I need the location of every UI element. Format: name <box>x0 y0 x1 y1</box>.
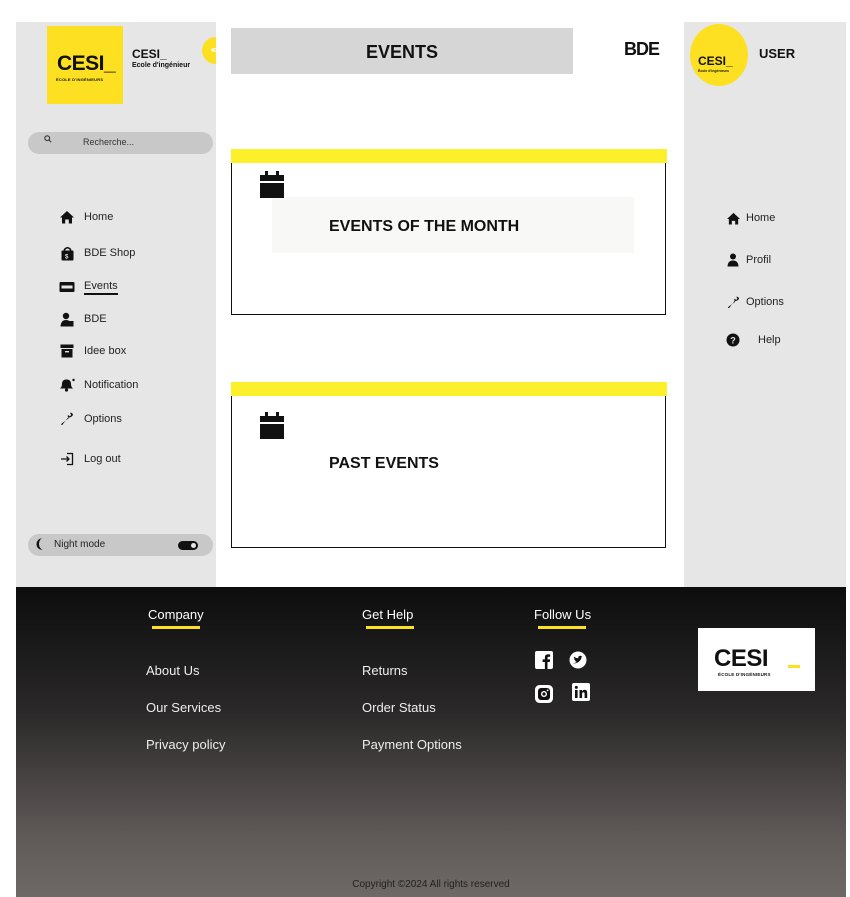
footer-link-payment-options[interactable]: Payment Options <box>362 737 462 752</box>
sidebar-item-options[interactable]: Options <box>56 410 122 428</box>
brand-subtitle: Ecole d'ingénieur <box>132 62 191 69</box>
user-icon <box>724 253 742 267</box>
sidebar-item-log-out[interactable]: Log out <box>56 450 121 468</box>
search-input[interactable]: Recherche... <box>28 132 213 154</box>
sidebar-item-bde-shop[interactable]: $ BDE Shop <box>56 244 135 262</box>
users-icon <box>56 312 78 327</box>
footer-link-about-us[interactable]: About Us <box>146 663 199 678</box>
instagram-icon[interactable] <box>535 685 553 703</box>
footer-heading: Get Help <box>362 607 414 622</box>
user-nav-item-help[interactable]: ? Help <box>724 331 781 349</box>
user-nav-label: Home <box>746 212 776 224</box>
left-sidebar: CESI_ ÉCOLE D'INGÉNIEURS CESI_ Ecole d'i… <box>16 22 229 587</box>
user-nav-label: Help <box>758 334 781 346</box>
sidebar-item-label: Events <box>84 280 118 295</box>
footer-column-company: Company <box>148 607 204 629</box>
bde-logo[interactable]: BDE <box>624 39 660 60</box>
question-circle-icon: ? <box>724 333 742 347</box>
card-accent-bar <box>230 149 667 163</box>
night-mode-label: Night mode <box>54 539 106 550</box>
user-nav-item-options[interactable]: Options <box>724 293 784 311</box>
calendar-icon <box>260 412 284 439</box>
footer: Company About Us Our Services Privacy po… <box>16 587 846 897</box>
card-title: EVENTS OF THE MONTH <box>329 218 520 235</box>
footer-cesi-logo[interactable]: CESI ÉCOLE D'INGÉNIEURS <box>698 628 815 691</box>
logo-underscore <box>788 665 800 668</box>
moon-icon <box>33 537 47 556</box>
footer-link-privacy-policy[interactable]: Privacy policy <box>146 737 225 752</box>
footer-link-our-services[interactable]: Our Services <box>146 700 221 715</box>
user-nav-item-home[interactable]: Home <box>724 209 775 227</box>
cesi-logo-subtext: ÉCOLE D'INGÉNIEURS <box>56 77 104 82</box>
heading-underline <box>152 626 200 629</box>
footer-column-get-help: Get Help <box>362 607 414 629</box>
sidebar-item-notification[interactable]: Notification <box>56 376 138 394</box>
wrench-icon <box>56 412 78 426</box>
search-placeholder: Recherche... <box>83 137 135 147</box>
sidebar-item-label: Log out <box>84 453 121 465</box>
shopping-bag-icon: $ <box>56 246 78 261</box>
wrench-icon <box>724 296 742 309</box>
sidebar-item-label: Idee box <box>84 345 127 357</box>
footer-heading: Follow Us <box>534 607 592 622</box>
log-out-icon <box>56 452 78 466</box>
card-title: PAST EVENTS <box>329 455 439 472</box>
footer-logo-subtext: ÉCOLE D'INGÉNIEURS <box>718 672 771 677</box>
sidebar-item-idee-box[interactable]: Idee box <box>56 342 126 360</box>
user-nav-label: Profil <box>746 254 772 266</box>
sidebar-item-bde[interactable]: BDE <box>56 310 107 328</box>
user-nav-label: Options <box>746 296 784 308</box>
bell-icon <box>56 378 78 392</box>
footer-link-returns[interactable]: Returns <box>362 663 408 678</box>
sidebar-item-label: BDE Shop <box>84 247 136 259</box>
night-mode-toggle[interactable]: Night mode <box>28 534 213 556</box>
brand-title: CESI_ <box>132 47 167 61</box>
cesi-logo[interactable]: CESI_ ÉCOLE D'INGÉNIEURS <box>47 26 123 104</box>
cesi-logo-text: CESI_ <box>57 52 116 75</box>
app-frame: CESI_ ÉCOLE D'INGÉNIEURS CESI_ Ecole d'i… <box>16 22 846 897</box>
sidebar-item-home[interactable]: Home <box>56 208 113 226</box>
avatar-subtext: École d'ingénieurs <box>698 69 729 73</box>
past-events-card[interactable]: PAST EVENTS <box>230 382 667 548</box>
facebook-icon[interactable] <box>535 651 553 669</box>
avatar[interactable]: CESI_ École d'ingénieurs <box>690 24 748 86</box>
archive-box-icon <box>56 344 78 358</box>
heading-underline <box>538 626 586 629</box>
footer-heading: Company <box>148 607 204 622</box>
calendar-icon <box>260 171 284 198</box>
page-title-bar: EVENTS <box>231 28 573 74</box>
avatar-text: CESI_ <box>698 54 733 68</box>
toggle-switch[interactable] <box>178 541 198 550</box>
main-content: EVENTS BDE EVENTS OF THE MONTH PAST EVEN… <box>216 22 684 587</box>
footer-logo-text: CESI <box>714 645 769 672</box>
home-icon <box>56 210 78 224</box>
search-icon <box>44 135 52 145</box>
events-of-the-month-card[interactable]: EVENTS OF THE MONTH <box>230 149 667 315</box>
footer-column-follow-us: Follow Us <box>534 607 591 629</box>
heading-underline <box>366 626 414 629</box>
user-nav-item-profil[interactable]: Profil <box>724 251 771 269</box>
sidebar-item-label: Notification <box>84 379 139 391</box>
home-icon <box>724 212 742 225</box>
username: USER <box>759 46 796 61</box>
sidebar-item-label: Options <box>84 413 122 425</box>
ticket-icon <box>56 281 78 293</box>
sidebar-item-label: BDE <box>84 313 107 325</box>
sidebar-item-label: Home <box>84 211 114 223</box>
sidebar-item-events[interactable]: Events <box>56 278 118 296</box>
footer-link-order-status[interactable]: Order Status <box>362 700 436 715</box>
card-accent-bar <box>230 382 667 396</box>
twitter-icon[interactable] <box>569 651 587 669</box>
user-panel: CESI_ École d'ingénieurs USER Home Profi… <box>684 22 846 587</box>
copyright-text: Copyright ©2024 All rights reserved <box>352 879 510 890</box>
svg-text:?: ? <box>730 336 736 346</box>
linkedin-icon[interactable] <box>572 683 590 701</box>
page-title: EVENTS <box>365 42 439 62</box>
